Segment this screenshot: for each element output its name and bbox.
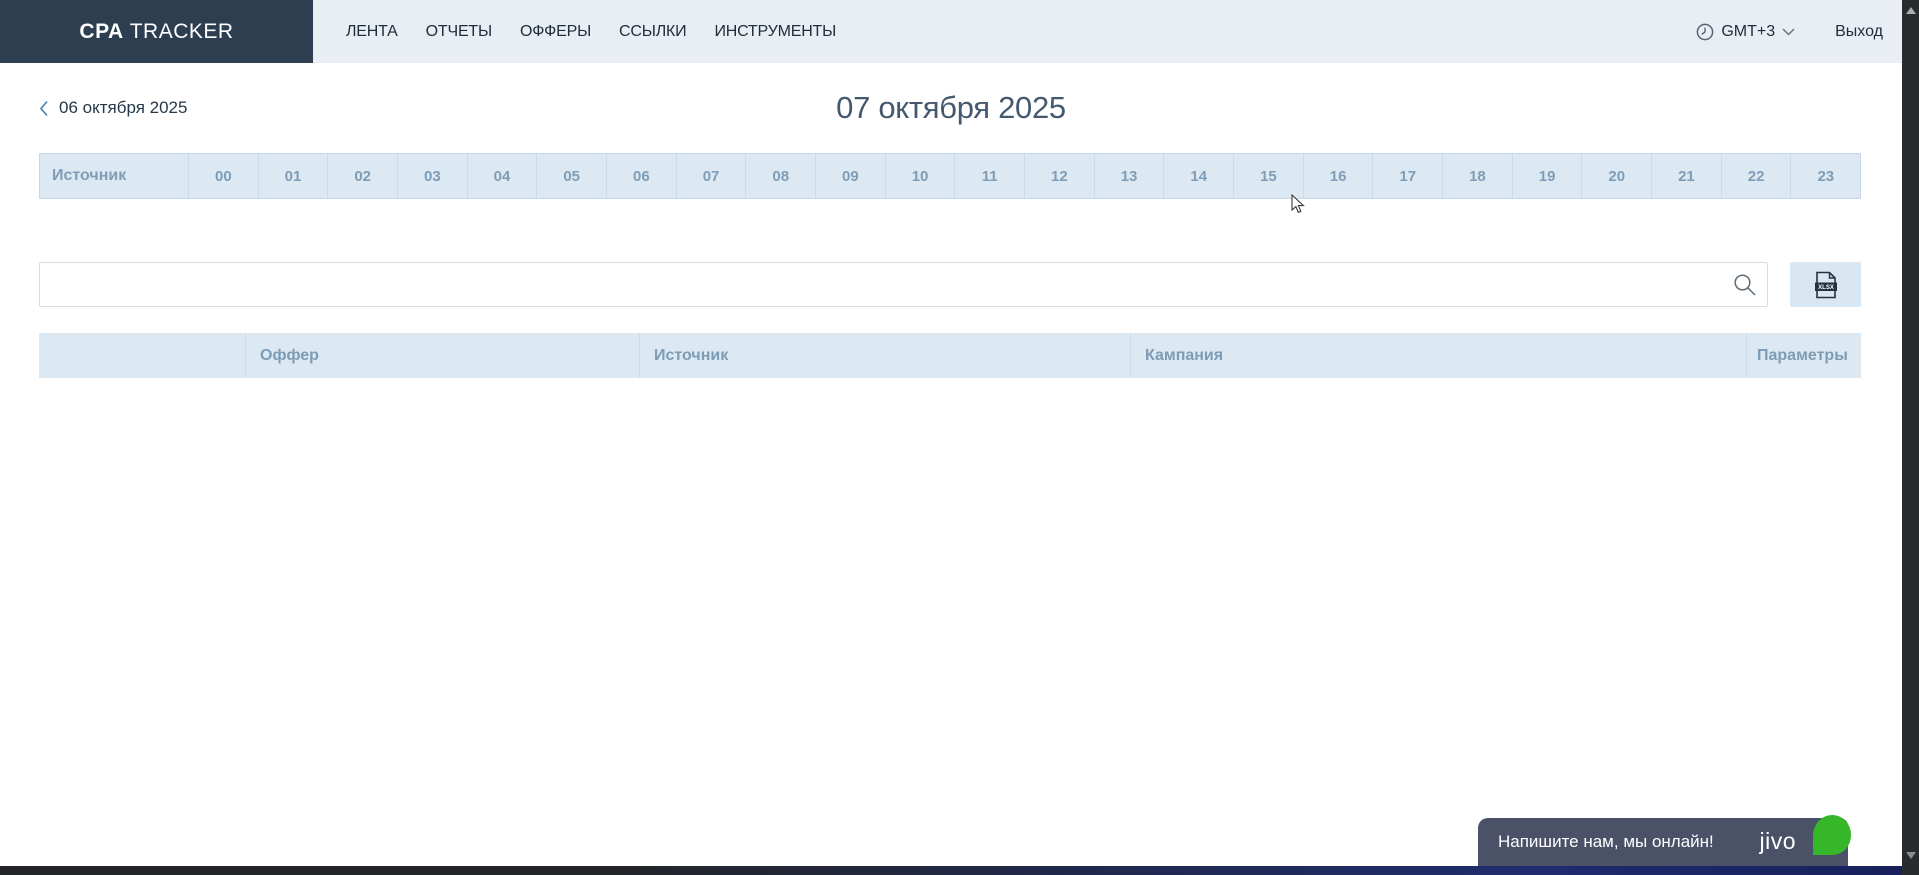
search-row: XLSX [39, 262, 1861, 307]
search-button[interactable] [1732, 272, 1758, 298]
hour-header-cell: 22 [1722, 154, 1792, 198]
bottom-window-edge [0, 866, 1919, 875]
export-xlsx-button[interactable]: XLSX [1790, 262, 1861, 307]
hour-header-cell: 13 [1095, 154, 1165, 198]
hour-header-cell: 07 [677, 154, 747, 198]
timezone-select[interactable]: GMT+3 [1696, 23, 1795, 41]
chat-widget[interactable]: Напишите нам, мы онлайн! jivo [1478, 818, 1848, 866]
timezone-label: GMT+3 [1721, 23, 1775, 41]
hour-header-cell: 17 [1373, 154, 1443, 198]
xlsx-file-icon: XLSX [1814, 271, 1838, 299]
results-column-header: Кампания [1131, 333, 1747, 378]
nav-item[interactable]: ССЫЛКИ [619, 23, 686, 41]
chevron-down-icon [1782, 28, 1795, 36]
results-column-header: Оффер [246, 333, 640, 378]
results-column-header: Источник [640, 333, 1131, 378]
brand-logo[interactable]: CPA TRACKER [0, 0, 313, 63]
date-navigation: 06 октября 2025 07 октября 2025 [0, 88, 1919, 128]
main-nav: ЛЕНТА ОТЧЕТЫ ОФФЕРЫ ССЫЛКИ ИНСТРУМЕНТЫ [313, 0, 836, 63]
hour-header-cell: 05 [537, 154, 607, 198]
svg-text:XLSX: XLSX [1818, 285, 1834, 291]
hours-source-header: Источник [40, 154, 189, 198]
page-title: 07 октября 2025 [0, 88, 1902, 128]
chat-message: Напишите нам, мы онлайн! [1498, 832, 1714, 852]
scroll-up-icon[interactable] [1906, 7, 1916, 14]
hour-header-cell: 15 [1234, 154, 1304, 198]
topbar-right: GMT+3 Выход [1696, 0, 1883, 63]
hour-header-cell: 19 [1513, 154, 1583, 198]
hour-header-cell: 04 [468, 154, 538, 198]
nav-item[interactable]: ИНСТРУМЕНТЫ [714, 23, 836, 41]
nav-item[interactable]: ЛЕНТА [346, 23, 398, 41]
nav-item[interactable]: ОФФЕРЫ [520, 23, 591, 41]
hours-cells: 0001020304050607080910111213141516171819… [189, 154, 1860, 198]
hour-header-cell: 12 [1025, 154, 1095, 198]
hour-header-cell: 10 [886, 154, 956, 198]
hour-header-cell: 18 [1443, 154, 1513, 198]
results-column-header [39, 333, 246, 378]
hour-header-cell: 14 [1164, 154, 1234, 198]
vertical-scrollbar[interactable] [1902, 0, 1919, 875]
nav-item[interactable]: ОТЧЕТЫ [426, 23, 492, 41]
scroll-down-icon[interactable] [1906, 852, 1916, 859]
results-table-header: ОфферИсточникКампанияПараметры [39, 333, 1861, 378]
hour-header-cell: 16 [1304, 154, 1374, 198]
hour-header-cell: 08 [746, 154, 816, 198]
hour-header-cell: 20 [1582, 154, 1652, 198]
brand-bold: CPA [79, 20, 123, 44]
brand-rest: TRACKER [130, 20, 234, 44]
hour-header-cell: 23 [1791, 154, 1860, 198]
jivo-leaf-icon [1813, 815, 1851, 855]
hour-header-cell: 01 [259, 154, 329, 198]
hour-header-cell: 06 [607, 154, 677, 198]
hours-header-row: Источник 0001020304050607080910111213141… [39, 153, 1861, 199]
hour-header-cell: 03 [398, 154, 468, 198]
search-wrap [39, 262, 1768, 307]
hour-header-cell: 09 [816, 154, 886, 198]
hour-header-cell: 11 [955, 154, 1025, 198]
hour-header-cell: 21 [1652, 154, 1722, 198]
search-icon [1732, 272, 1758, 298]
results-column-header: Параметры [1747, 333, 1861, 378]
clock-icon [1696, 23, 1714, 41]
hour-header-cell: 02 [328, 154, 398, 198]
jivo-logo: jivo [1759, 828, 1796, 855]
search-input[interactable] [39, 262, 1768, 307]
logout-link[interactable]: Выход [1835, 23, 1883, 41]
topbar: CPA TRACKER ЛЕНТА ОТЧЕТЫ ОФФЕРЫ ССЫЛКИ ИНСТР… [0, 0, 1919, 63]
content-area: Источник 0001020304050607080910111213141… [39, 153, 1861, 378]
hour-header-cell: 00 [189, 154, 259, 198]
